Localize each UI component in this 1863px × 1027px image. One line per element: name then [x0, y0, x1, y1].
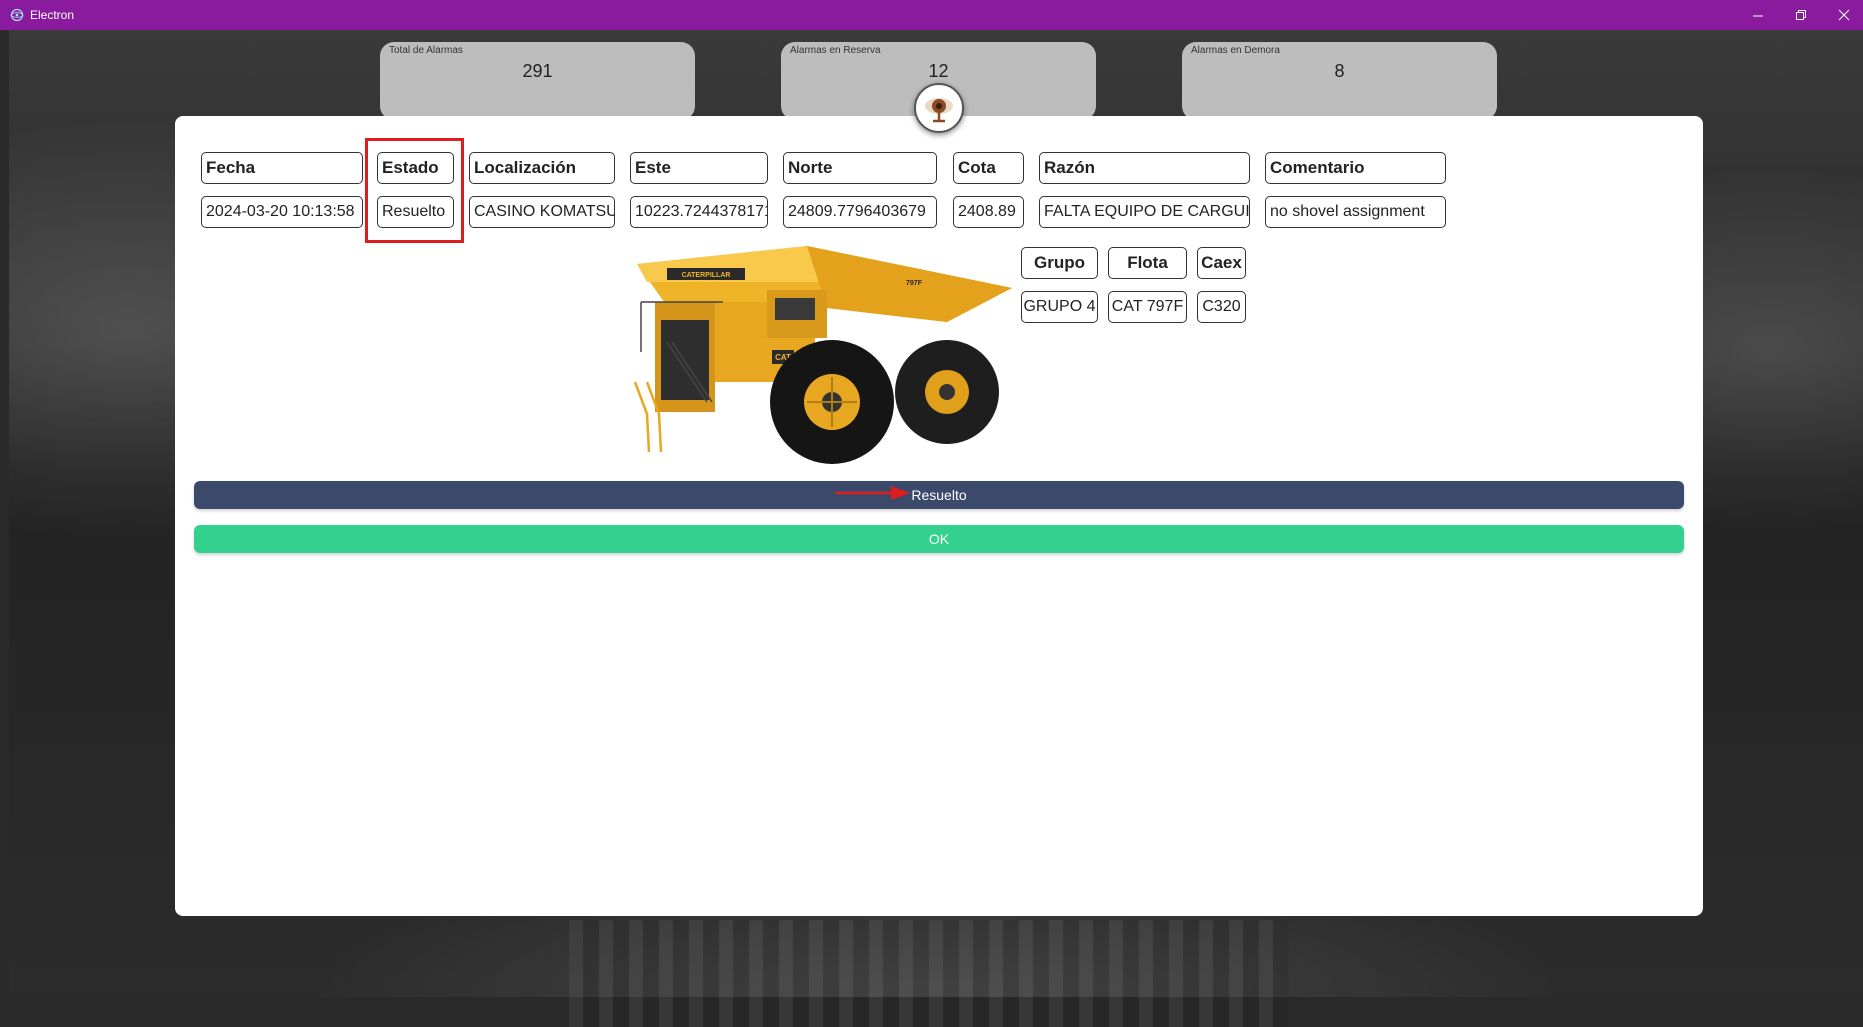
stat-value: 8 [1334, 61, 1345, 81]
stat-value: 12 [928, 61, 949, 81]
truck-model-text: 797F [906, 280, 923, 287]
minimize-button[interactable] [1740, 4, 1776, 26]
header-razon: Razón [1039, 152, 1250, 184]
restore-icon [1796, 10, 1806, 20]
stat-label: Alarmas en Demora [1191, 45, 1280, 56]
restore-button[interactable] [1783, 4, 1819, 26]
header-cota: Cota [953, 152, 1024, 184]
value-comentario: no shovel assignment [1265, 196, 1446, 228]
header-comentario: Comentario [1265, 152, 1446, 184]
red-arrow-annotation [835, 486, 910, 500]
value-grupo: GRUPO 4 [1021, 291, 1098, 323]
stat-card-total: Total de Alarmas 291 [380, 42, 695, 120]
close-icon [1838, 9, 1850, 21]
ok-button[interactable]: OK [194, 525, 1684, 553]
header-este: Este [630, 152, 768, 184]
stat-card-demora: Alarmas en Demora 8 [1182, 42, 1497, 120]
electron-icon [10, 8, 24, 22]
status-resuelto-button[interactable]: Resuelto [194, 481, 1684, 509]
view-eye-badge [914, 83, 964, 133]
header-flota: Flota [1108, 247, 1187, 279]
header-norte: Norte [783, 152, 937, 184]
window-titlebar: Electron [0, 0, 1863, 30]
eye-icon [925, 98, 953, 123]
value-este: 10223.7244378171 [630, 196, 768, 228]
value-estado: Resuelto [377, 196, 454, 228]
value-caex: C320 [1197, 291, 1246, 323]
haul-truck-image: CATERPILLAR 797F CAT [633, 246, 1012, 464]
value-flota: CAT 797F [1108, 291, 1187, 323]
value-localizacion: CASINO KOMATSU [469, 196, 615, 228]
value-razon: FALTA EQUIPO DE CARGUIO [1039, 196, 1250, 228]
header-grupo: Grupo [1021, 247, 1098, 279]
value-cota: 2408.89 [953, 196, 1024, 228]
value-norte: 24809.7796403679 [783, 196, 937, 228]
close-button[interactable] [1826, 4, 1862, 26]
minimize-icon [1753, 15, 1763, 17]
header-caex: Caex [1197, 247, 1246, 279]
stat-value: 291 [522, 61, 553, 81]
stat-label: Total de Alarmas [389, 45, 463, 56]
header-localizacion: Localización [469, 152, 615, 184]
background-building [569, 920, 1289, 1027]
value-fecha: 2024-03-20 10:13:58 [201, 196, 363, 228]
truck-brand-text: CATERPILLAR [682, 272, 731, 279]
header-fecha: Fecha [201, 152, 363, 184]
header-estado: Estado [377, 152, 454, 184]
stat-label: Alarmas en Reserva [790, 45, 881, 56]
window-title: Electron [30, 8, 75, 22]
alarm-detail-modal [175, 116, 1703, 916]
